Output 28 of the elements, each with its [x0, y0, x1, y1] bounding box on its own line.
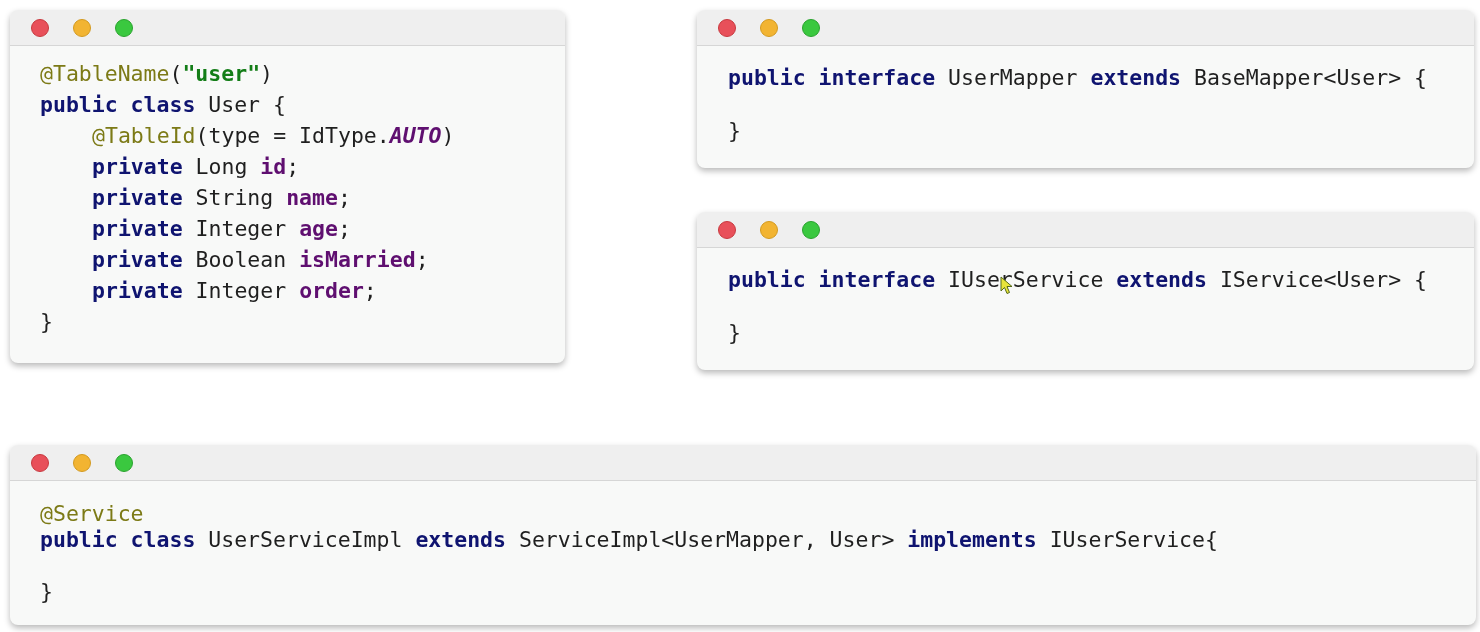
close-button[interactable]	[718, 220, 736, 239]
close-button[interactable]	[718, 18, 736, 37]
code-line: private Integer order;	[92, 278, 377, 303]
code-line: public interface IUserService extends IService<User> {	[728, 267, 1427, 292]
code-line: public class User {	[40, 92, 286, 117]
code-line: }	[40, 309, 53, 334]
code-line: }	[40, 579, 53, 604]
code-line: private String name;	[92, 185, 351, 210]
code-line: private Boolean isMarried;	[92, 247, 429, 272]
minimize-button[interactable]	[73, 453, 91, 472]
code-line: public class UserServiceImpl extends ServiceImpl<UserMapper, User> implements IUserService{	[40, 527, 1218, 552]
code-line: }	[728, 118, 741, 143]
code-line: private Integer age;	[92, 216, 351, 241]
minimize-button[interactable]	[760, 220, 778, 239]
code-line: private Long id;	[92, 154, 300, 179]
code-line: @TableName("user")	[40, 61, 274, 86]
minimize-button[interactable]	[760, 18, 778, 37]
code-line: }	[728, 320, 741, 345]
code-line: public interface UserMapper extends BaseMapper<User> {	[728, 65, 1427, 90]
minimize-button[interactable]	[73, 18, 91, 37]
zoom-button[interactable]	[115, 18, 133, 37]
zoom-button[interactable]	[115, 453, 133, 472]
zoom-button[interactable]	[802, 18, 820, 37]
code-line: @Service	[40, 501, 144, 526]
close-button[interactable]	[31, 18, 49, 37]
code-line: @TableId(type = IdType.AUTO)	[92, 123, 455, 148]
close-button[interactable]	[31, 453, 49, 472]
zoom-button[interactable]	[802, 220, 820, 239]
